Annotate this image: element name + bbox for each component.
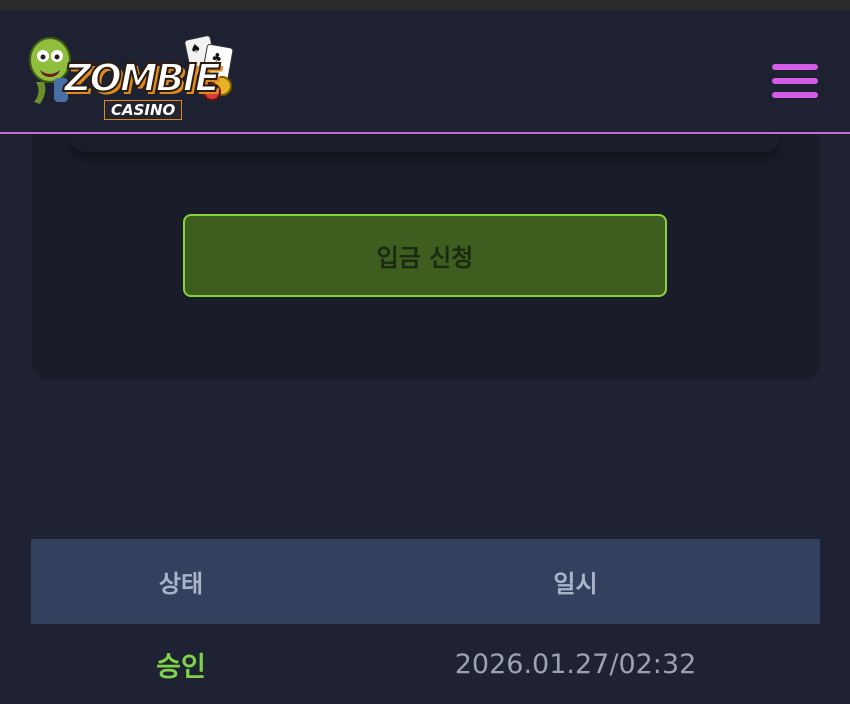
column-header-status: 상태 — [158, 570, 204, 598]
logo-text-secondary: CASINO — [104, 100, 183, 120]
hamburger-line — [772, 64, 818, 70]
hamburger-line — [772, 92, 818, 98]
zombie-casino-logo[interactable]: ♠ ♣ ZOMBIE CASINO — [28, 26, 238, 126]
datetime-cell: 2026.01.27/02:32 — [454, 648, 697, 680]
logo-text-primary: ZOMBIE — [63, 55, 222, 101]
panel-shelf — [70, 136, 780, 152]
table-row: 승인 2026.01.27/02:32 — [31, 624, 820, 704]
deposit-history-table: 상태 일시 승인 2026.01.27/02:32 — [31, 539, 820, 704]
top-strip — [0, 0, 850, 10]
status-cell: 승인 — [156, 651, 206, 683]
deposit-request-button[interactable]: 입금 신청 — [183, 214, 667, 297]
column-header-datetime: 일시 — [553, 570, 598, 598]
table-header: 상태 일시 — [31, 539, 820, 624]
site-header: ♠ ♣ ZOMBIE CASINO — [0, 10, 850, 134]
hamburger-icon[interactable] — [772, 64, 818, 98]
hamburger-line — [772, 78, 818, 84]
